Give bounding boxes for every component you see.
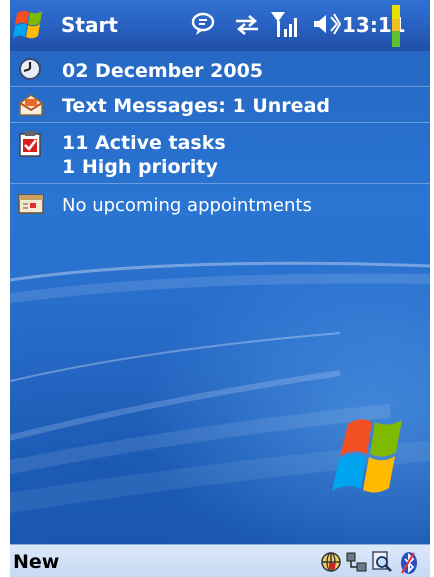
message-bubble-icon[interactable] [190, 11, 216, 37]
pocketpc-screen: Start 13:11 02 December 2005 Text Messag… [10, 0, 430, 577]
today-appointments-row[interactable]: No upcoming appointments [10, 184, 430, 222]
new-softkey[interactable]: New [13, 551, 59, 573]
today-messages-row[interactable]: Text Messages: 1 Unread [10, 87, 430, 123]
high-priority-tasks: 1 High priority [62, 156, 218, 178]
menu-bar: New [10, 544, 430, 577]
bluetooth-icon[interactable] [398, 551, 420, 575]
windows-logo [332, 419, 402, 493]
title-bar: Start 13:11 [10, 0, 430, 51]
start-menu-label[interactable]: Start [61, 13, 118, 37]
today-screen: 02 December 2005 Text Messages: 1 Unread… [10, 51, 430, 544]
active-tasks-count: 11 Active tasks [62, 132, 226, 154]
today-tasks-row[interactable]: 11 Active tasks 1 High priority [10, 123, 430, 184]
task-clipboard-icon [19, 131, 41, 157]
signal-strength-icon[interactable] [269, 9, 299, 39]
battery-icon[interactable] [390, 5, 402, 47]
today-date-row[interactable]: 02 December 2005 [10, 51, 430, 87]
envelope-icon [19, 94, 43, 116]
appointments-summary: No upcoming appointments [62, 195, 312, 216]
search-magnifier-icon[interactable] [371, 551, 393, 573]
connectivity-icon[interactable] [346, 551, 368, 573]
network-globe-icon[interactable] [320, 551, 342, 573]
text-messages-summary: Text Messages: 1 Unread [62, 95, 330, 117]
speaker-volume-icon[interactable] [313, 11, 341, 37]
sync-arrows-icon[interactable] [234, 14, 260, 36]
today-date: 02 December 2005 [62, 60, 264, 82]
calendar-icon [18, 194, 44, 214]
clock-icon [19, 58, 41, 80]
windows-start-flag-icon[interactable] [13, 7, 57, 45]
